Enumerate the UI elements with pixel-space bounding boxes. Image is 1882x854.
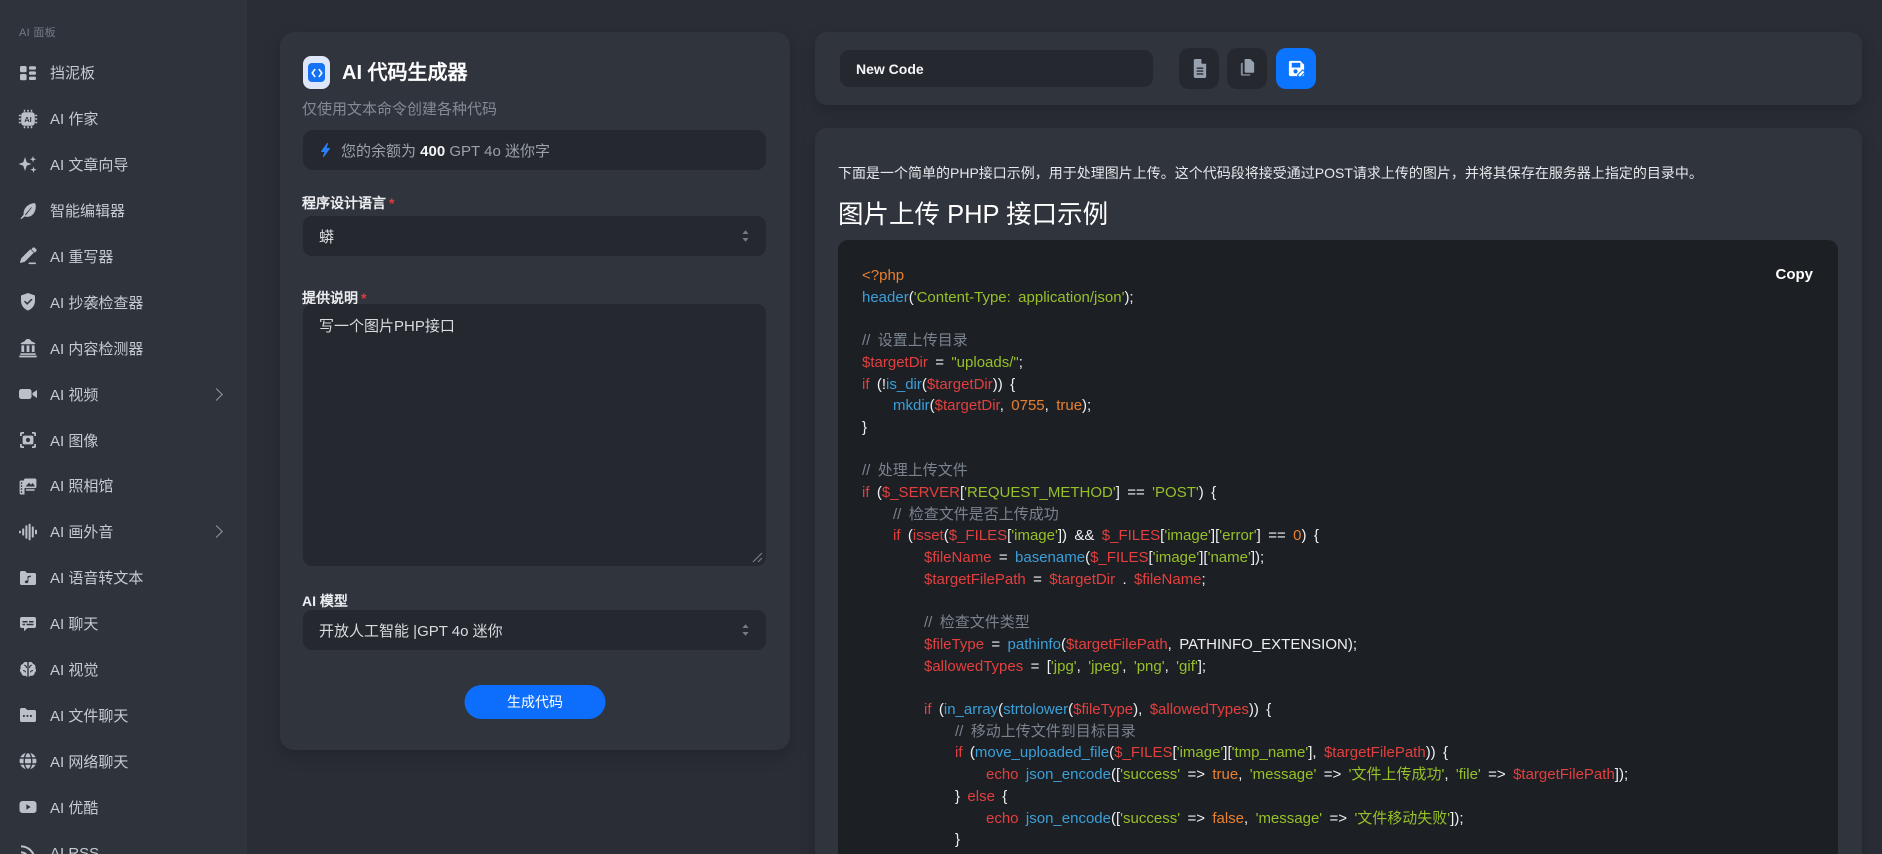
svg-text:AI: AI [24,115,32,124]
